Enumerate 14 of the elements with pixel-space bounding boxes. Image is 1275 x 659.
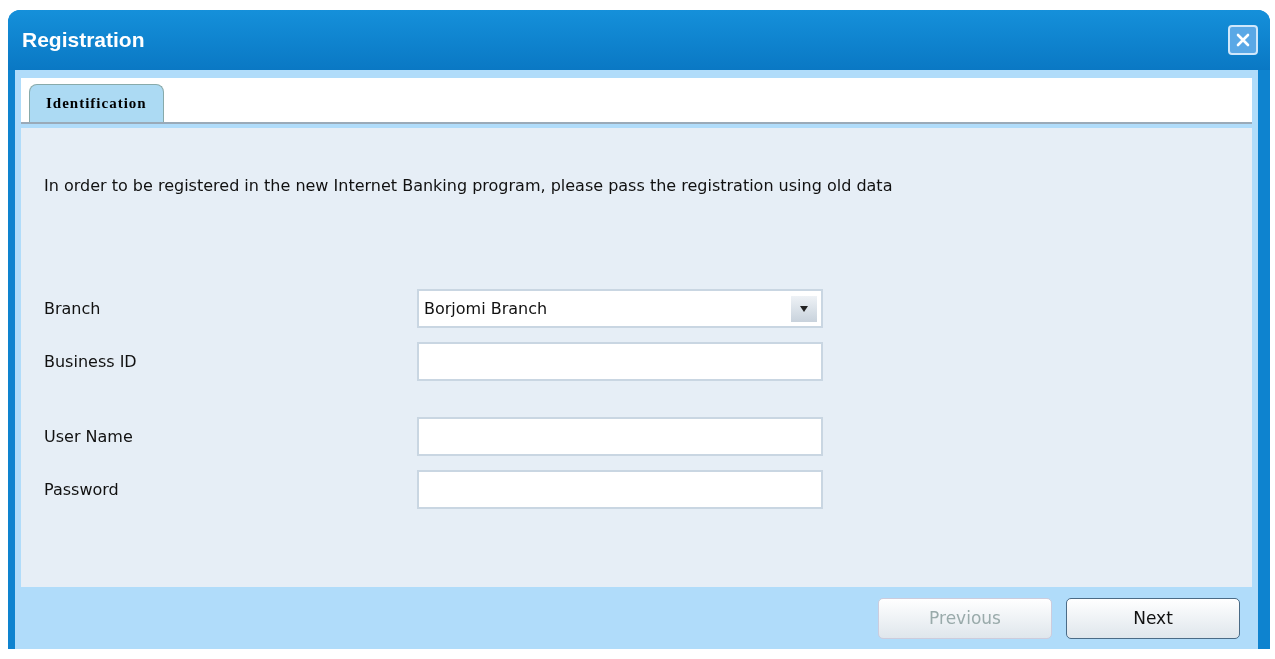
field-label: Branch: [44, 299, 102, 318]
window-title: Registration: [22, 28, 145, 52]
intro-text: In order to be registered in the new Internet Banking program, please pass the registration using old data: [44, 176, 894, 195]
close-button[interactable]: [1228, 25, 1258, 55]
field-label: Business ID: [44, 352, 138, 371]
field-label: Password: [44, 480, 120, 499]
branch-dropdown[interactable]: Borjomi Branch: [417, 289, 823, 328]
input-field[interactable]: [417, 417, 823, 456]
field-label: User Name: [44, 427, 134, 446]
input-field[interactable]: [417, 342, 823, 381]
close-icon: [1235, 32, 1251, 48]
wizard-button[interactable]: Next: [1066, 597, 1240, 639]
input-field[interactable]: [417, 470, 823, 509]
tab[interactable]: Identification: [29, 84, 164, 122]
